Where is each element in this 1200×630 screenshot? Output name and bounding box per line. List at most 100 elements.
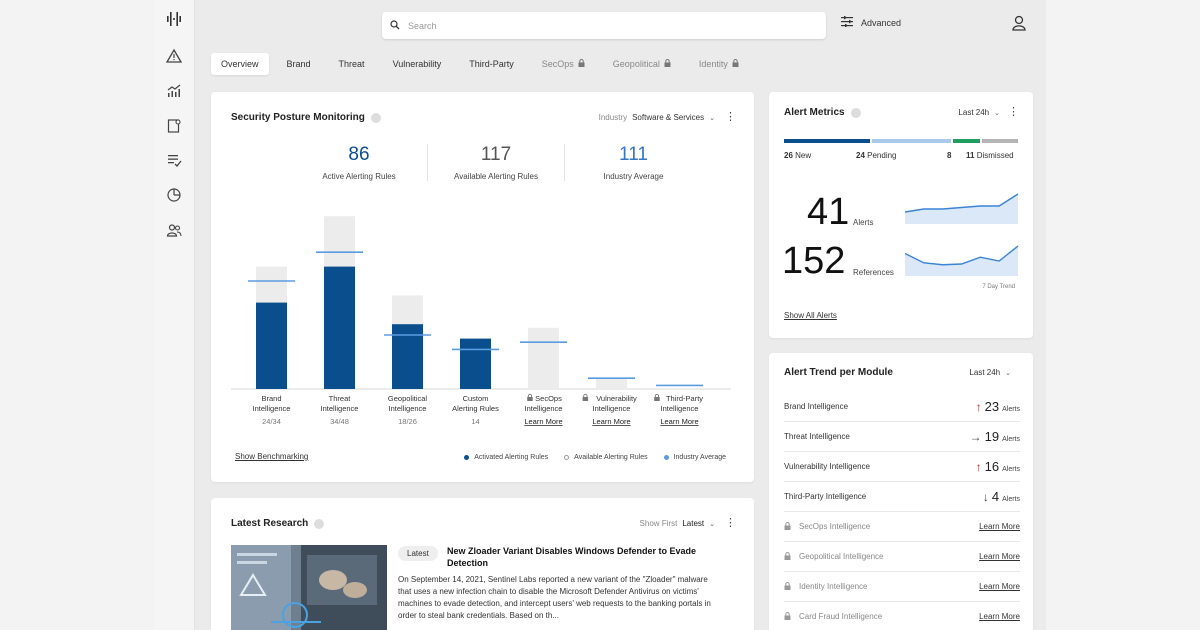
trend-row[interactable]: SecOps Intelligence Learn More <box>784 512 1020 542</box>
user-profile-icon[interactable] <box>1012 15 1026 36</box>
lock-icon <box>664 59 671 69</box>
learn-more-link[interactable]: Learn More <box>979 522 1020 531</box>
research-title-text: Latest Research <box>231 518 309 529</box>
tab-label: SecOps <box>541 59 574 69</box>
count-value: 19 <box>984 429 1000 444</box>
trend-row[interactable]: Identity Intelligence Learn More <box>784 572 1020 602</box>
bar-activated <box>256 302 287 389</box>
posture-bar-chart: BrandIntelligence24/34ThreatIntelligence… <box>231 216 731 426</box>
trend-list: Brand Intelligence ↑ 23 Alerts Threat Intell… <box>784 392 1020 630</box>
tab-third-party[interactable]: Third-Party <box>459 53 524 75</box>
status-segment <box>871 139 952 143</box>
lock-icon <box>784 611 791 622</box>
tab-label: Vulnerability <box>392 59 442 69</box>
category-label: Intelligence <box>593 404 631 413</box>
chevron-down-icon: ⌄ <box>994 109 1000 117</box>
report-document-icon[interactable] <box>165 117 183 135</box>
alert-count: → 19 Alerts <box>970 429 1020 444</box>
logo-icon[interactable] <box>165 10 183 28</box>
alert-count: ↑ 16 Alerts <box>976 459 1020 474</box>
more-options-icon[interactable]: ⋮ <box>725 112 736 123</box>
trend-row[interactable]: Third-Party Intelligence ↓ 4 Alerts <box>784 482 1020 512</box>
arrow-up-icon: ↑ <box>975 460 982 474</box>
metrics-period-selector[interactable]: Last 24h ⌄ ⋮ <box>958 107 1019 118</box>
status-count: 11 <box>966 151 975 160</box>
tab-label: Overview <box>221 59 259 69</box>
lock-icon <box>784 551 791 562</box>
alert-count: ↓ 4 Alerts <box>983 489 1020 504</box>
show-first-label: Show First <box>639 519 678 528</box>
trend-row[interactable]: Threat Intelligence → 19 Alerts <box>784 422 1020 452</box>
sidebar <box>155 0 195 630</box>
lock-icon <box>654 393 660 401</box>
background-left <box>0 0 155 630</box>
tab-geopolitical[interactable]: Geopolitical <box>603 53 681 75</box>
status-count: 26 <box>784 151 793 160</box>
industry-selector[interactable]: Industry Software & Services ⌄ ⋮ <box>599 112 736 123</box>
status-new: 26 New <box>784 151 811 160</box>
learn-more-link[interactable]: Learn More <box>979 552 1020 561</box>
industry-value: Software & Services <box>632 113 705 122</box>
article-thumbnail[interactable] <box>231 545 387 630</box>
advanced-search-button[interactable]: Advanced <box>841 16 901 29</box>
show-first-selector[interactable]: Show First Latest ⌄ ⋮ <box>640 518 736 529</box>
show-first-value: Latest <box>682 519 705 528</box>
show-benchmarking-link[interactable]: Show Benchmarking <box>235 452 308 461</box>
references-sparkline <box>904 245 1019 276</box>
learn-more-link[interactable]: Learn More <box>979 582 1020 591</box>
users-icon[interactable] <box>165 221 183 239</box>
tab-vulnerability[interactable]: Vulnerability <box>383 53 452 75</box>
status-segment <box>784 139 870 143</box>
trend-row[interactable]: Brand Intelligence ↑ 23 Alerts <box>784 392 1020 422</box>
tab-identity[interactable]: Identity <box>689 53 749 75</box>
info-icon[interactable] <box>850 107 861 118</box>
alert-triangle-icon[interactable] <box>165 47 183 65</box>
sparkline-area <box>905 246 1018 276</box>
lock-icon <box>527 393 533 401</box>
tab-secops[interactable]: SecOps <box>532 53 595 75</box>
status-segment <box>981 139 1018 143</box>
legend-available: Available Alerting Rules <box>564 454 648 461</box>
learn-more-link: Learn More <box>524 417 562 426</box>
trend-row[interactable]: Geopolitical Intelligence Learn More <box>784 542 1020 572</box>
status-label: Dismissed <box>976 151 1014 160</box>
trend-row[interactable]: Card Fraud Intelligence Learn More <box>784 602 1020 630</box>
security-posture-card: Security Posture Monitoring Industry Sof… <box>211 92 754 482</box>
alerts-sparkline <box>904 193 1019 224</box>
legend-dot <box>564 455 570 460</box>
count-unit: Alerts <box>1002 466 1020 473</box>
info-icon[interactable] <box>370 112 381 123</box>
more-options-icon[interactable]: ⋮ <box>725 518 736 529</box>
stat-value: 86 <box>348 144 370 165</box>
tab-threat[interactable]: Threat <box>329 53 375 75</box>
tab-label: Identity <box>698 59 728 69</box>
tab-label: Brand <box>286 59 311 69</box>
pie-report-icon[interactable] <box>165 186 183 204</box>
lock-icon <box>578 59 585 69</box>
search-box[interactable] <box>382 12 826 39</box>
category-label: Third-Party <box>666 394 703 403</box>
category-label: SecOps <box>535 394 562 403</box>
learn-more-link[interactable]: Learn More <box>979 612 1020 621</box>
stat-value: 117 <box>480 144 512 165</box>
info-icon[interactable] <box>314 518 325 529</box>
tab-overview[interactable]: Overview <box>211 53 269 75</box>
trend-row[interactable]: Vulnerability Intelligence ↑ 16 Alerts <box>784 452 1020 482</box>
posture-title-text: Security Posture Monitoring <box>231 112 365 123</box>
module-name-text: Geopolitical Intelligence <box>799 552 884 561</box>
legend-label: Available Alerting Rules <box>574 454 648 461</box>
search-input[interactable] <box>408 20 808 31</box>
more-options-icon[interactable]: ⋮ <box>1008 107 1019 118</box>
analytics-chart-icon[interactable] <box>165 82 183 100</box>
legend-average: Industry Average <box>663 454 726 461</box>
trend-title: Alert Trend per Module <box>784 367 893 378</box>
count-value: 4 <box>991 489 1000 504</box>
advanced-label: Advanced <box>861 17 902 28</box>
tab-brand[interactable]: Brand <box>277 53 321 75</box>
article-title[interactable]: New Zloader Variant Disables Windows Def… <box>447 545 697 569</box>
trend-period-selector[interactable]: Last 24h ⌄ <box>969 368 1019 377</box>
show-all-alerts-link[interactable]: Show All Alerts <box>784 311 837 320</box>
research-title: Latest Research <box>231 518 325 529</box>
alert-status-bar <box>784 139 1018 143</box>
task-list-icon[interactable] <box>165 151 183 169</box>
